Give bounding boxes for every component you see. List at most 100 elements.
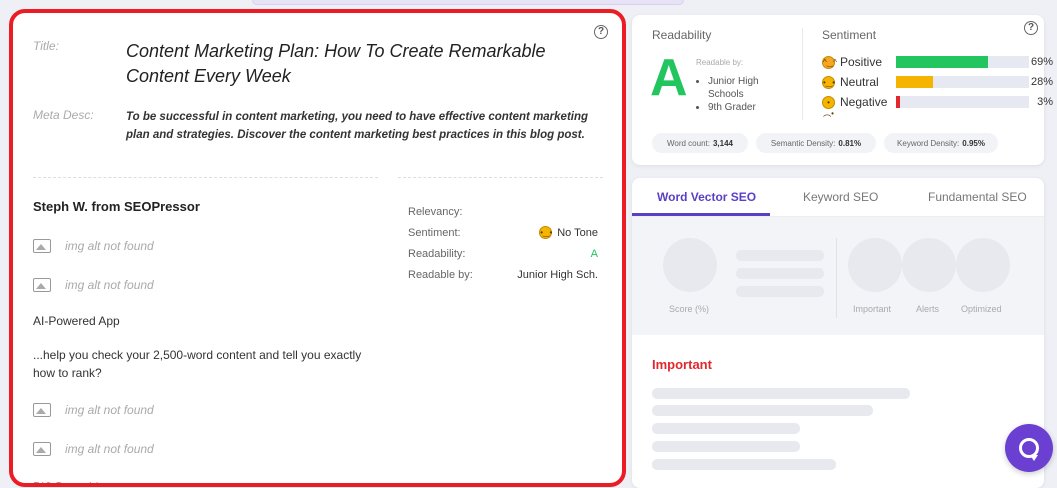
happy-emoji-icon: ^‿^: [822, 55, 837, 69]
sentiment-negative-pct: 3%: [1037, 96, 1053, 108]
image-item: img alt not found: [33, 265, 383, 304]
relevancy-row: Relevancy:: [408, 201, 598, 222]
readable-by-list: Junior High Schools 9th Grader: [708, 75, 788, 114]
tab-fundamental-seo[interactable]: Fundamental SEO: [928, 190, 1027, 204]
word-count-label: Word count:: [666, 138, 710, 148]
readable-level: 9th Grader: [708, 101, 788, 114]
tab-word-vector-seo[interactable]: Word Vector SEO: [657, 190, 756, 204]
content-analysis: Relevancy: Sentiment: •‿• No Tone Readab…: [408, 201, 598, 285]
word-count-pill: Word count: 3,144: [652, 133, 748, 153]
sentiment-neutral-row: •‿• Neutral: [822, 75, 879, 89]
skeleton-line: [652, 423, 800, 434]
image-item: img alt not found: [33, 390, 383, 429]
page-title: Content Marketing Plan: How To Create Re…: [126, 41, 546, 86]
alerts-placeholder: [902, 238, 956, 292]
img-alt-missing: img alt not found: [65, 402, 154, 417]
top-bar-tab: [252, 0, 684, 5]
sentiment-row: Sentiment: •‿• No Tone: [408, 222, 598, 243]
readable-by-row: Readable by: Junior High Sch.: [408, 264, 598, 285]
semantic-density-pill: Semantic Density: 0.81%: [756, 133, 876, 153]
sentiment-negative-bar: [896, 96, 1029, 108]
sentiment-positive-row: ^‿^ Positive: [822, 55, 882, 69]
sentiment-negative-row: •︵• Negative: [822, 95, 888, 118]
sentiment-neutral-pct: 28%: [1030, 76, 1053, 88]
readability-title: Readability: [652, 28, 712, 42]
skeleton-line: [652, 405, 873, 416]
readability-grade: A: [650, 49, 688, 107]
skeleton-line: [652, 459, 836, 470]
image-item: img alt not found: [33, 226, 383, 265]
readable-by-label: Readable by:: [408, 268, 473, 281]
readable-by-label: Readable by:: [696, 58, 744, 67]
author-heading: Steph W. from SEOPressor: [33, 199, 200, 214]
score-placeholder: [663, 238, 717, 292]
title-row: Title: Content Marketing Plan: How To Cr…: [33, 39, 566, 89]
tab-keyword-seo[interactable]: Keyword SEO: [803, 190, 878, 204]
semantic-density-label: Semantic Density:: [770, 138, 836, 148]
sentiment-bar-fill: [896, 96, 900, 108]
sentiment-neutral-label: Neutral: [840, 75, 879, 89]
chat-bubble-icon: [1019, 438, 1039, 461]
skeleton-line: [652, 388, 910, 399]
meta-desc-row: Meta Desc: To be successful in content m…: [33, 108, 606, 144]
divider: [836, 238, 837, 318]
image-icon: [33, 441, 51, 456]
title-label: Title:: [33, 39, 59, 53]
score-label: Score (%): [669, 304, 710, 314]
readability-label: Readability:: [408, 247, 466, 260]
skeleton-line: [736, 250, 824, 261]
skeleton-line: [736, 286, 824, 297]
important-label: Important: [853, 304, 892, 314]
content-text: AI-Powered App: [33, 314, 120, 328]
word-count-value: 3,144: [712, 138, 733, 148]
content-text: ...help you check your 2,500-word conten…: [33, 348, 362, 380]
help-icon[interactable]: ?: [594, 25, 608, 39]
chat-launcher-button[interactable]: [1005, 424, 1053, 472]
image-icon: [33, 277, 51, 292]
meta-description: To be successful in content marketing, y…: [126, 111, 589, 141]
meta-desc-label: Meta Desc:: [33, 108, 94, 122]
sentiment-neutral-bar: [896, 76, 1029, 88]
readable-level: Junior High Schools: [708, 75, 788, 101]
image-item: img alt not found: [33, 429, 383, 468]
img-alt-missing: img alt not found: [65, 277, 154, 292]
readability-row: Readability: A: [408, 243, 598, 264]
sentiment-positive-bar: [896, 56, 1029, 68]
skeleton-line: [736, 268, 824, 279]
sentiment-positive-pct: 69%: [1030, 56, 1053, 68]
sentiment-label: Sentiment:: [408, 226, 461, 239]
skeleton-line: [652, 441, 800, 452]
divider: [398, 177, 603, 178]
content-preview-panel: ? Title: Content Marketing Plan: How To …: [9, 9, 626, 487]
sad-emoji-icon: •︵•: [822, 95, 835, 118]
help-icon[interactable]: ?: [1024, 21, 1038, 35]
sentiment-bar-fill: [896, 76, 934, 88]
active-tab-indicator: [632, 213, 770, 216]
neutral-emoji-icon: •‿•: [539, 226, 553, 239]
important-heading: Important: [652, 357, 712, 372]
divider: [802, 28, 803, 120]
content-outline: Steph W. from SEOPressor img alt not fou…: [33, 199, 383, 487]
keyword-density-pill: Keyword Density: 0.95%: [884, 133, 998, 153]
readability-value: A: [590, 247, 598, 260]
content-text: PIS Data-driven to...: [33, 480, 142, 487]
sentiment-negative-label: Negative: [840, 95, 888, 109]
keyword-density-value: 0.95%: [962, 138, 985, 148]
important-placeholder: [848, 238, 902, 292]
image-icon: [33, 402, 51, 417]
semantic-density-value: 0.81%: [838, 138, 862, 148]
sentiment-bar-fill: [896, 56, 988, 68]
img-alt-missing: img alt not found: [65, 441, 154, 456]
readable-by-value: Junior High Sch.: [517, 268, 598, 281]
optimized-label: Optimized: [961, 304, 1002, 314]
alerts-label: Alerts: [916, 304, 940, 314]
neutral-emoji-icon: •‿•: [822, 75, 836, 89]
sentiment-title: Sentiment: [822, 28, 877, 42]
image-icon: [33, 238, 51, 253]
sentiment-positive-label: Positive: [840, 55, 883, 69]
divider: [33, 177, 378, 178]
optimized-placeholder: [956, 238, 1010, 292]
keyword-density-label: Keyword Density:: [897, 138, 960, 148]
img-alt-missing: img alt not found: [65, 238, 154, 253]
sentiment-value: No Tone: [557, 226, 598, 239]
